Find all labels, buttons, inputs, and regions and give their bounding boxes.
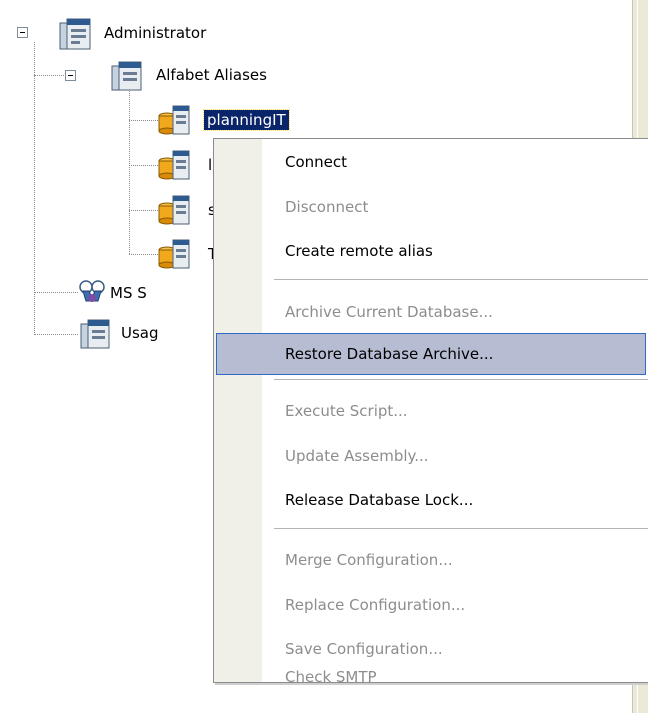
menu-item-save-configuration[interactable]: Save Configuration...	[262, 628, 646, 670]
tree-line	[129, 120, 158, 121]
tree-node-alias-2[interactable]: l	[208, 155, 212, 175]
collapse-toggle[interactable]	[17, 27, 28, 38]
tree-line	[34, 75, 64, 76]
collapse-toggle[interactable]	[65, 70, 76, 81]
context-menu: Connect Disconnect Create remote alias A…	[213, 138, 648, 685]
tree-line	[129, 165, 158, 166]
database-server-icon	[158, 105, 190, 135]
tree-line	[129, 210, 158, 211]
menu-item-replace-configuration[interactable]: Replace Configuration...	[262, 584, 646, 626]
menu-item-merge-configuration[interactable]: Merge Configuration...	[262, 539, 646, 581]
users-icon	[79, 280, 105, 302]
menu-item-disconnect[interactable]: Disconnect	[262, 186, 646, 228]
menu-item-execute-script[interactable]: Execute Script...	[262, 390, 646, 432]
tree-node-ms-s[interactable]: MS S	[110, 283, 147, 303]
menu-item-release-database-lock[interactable]: Release Database Lock...	[262, 479, 646, 521]
menu-item-create-remote-alias[interactable]: Create remote alias	[262, 230, 646, 272]
tree-node-alfabet-aliases[interactable]: Alfabet Aliases	[156, 65, 267, 85]
menu-separator	[274, 528, 648, 529]
database-server-icon	[158, 239, 190, 269]
tree-node-planningit[interactable]: planningIT	[203, 109, 290, 131]
server-icon	[111, 61, 142, 91]
database-server-icon	[158, 195, 190, 225]
menu-gutter	[214, 139, 262, 682]
menu-separator	[274, 279, 648, 280]
menu-separator	[274, 379, 648, 380]
tree-line	[34, 292, 78, 293]
menu-item-update-assembly[interactable]: Update Assembly...	[262, 435, 646, 477]
server-icon	[80, 319, 110, 349]
menu-item-connect[interactable]: Connect	[262, 141, 646, 183]
database-server-icon	[158, 150, 190, 180]
menu-item-check-smtp[interactable]: Check SMTP	[262, 670, 646, 685]
server-icon	[59, 18, 91, 50]
tree-node-usage[interactable]: Usag	[121, 323, 159, 343]
tree-line	[129, 254, 158, 255]
tree-line	[129, 87, 130, 254]
menu-item-restore-database-archive[interactable]: Restore Database Archive...	[216, 333, 646, 375]
menu-item-archive-current-database[interactable]: Archive Current Database...	[262, 291, 646, 333]
tree-line	[34, 334, 78, 335]
tree-node-administrator[interactable]: Administrator	[104, 23, 206, 43]
